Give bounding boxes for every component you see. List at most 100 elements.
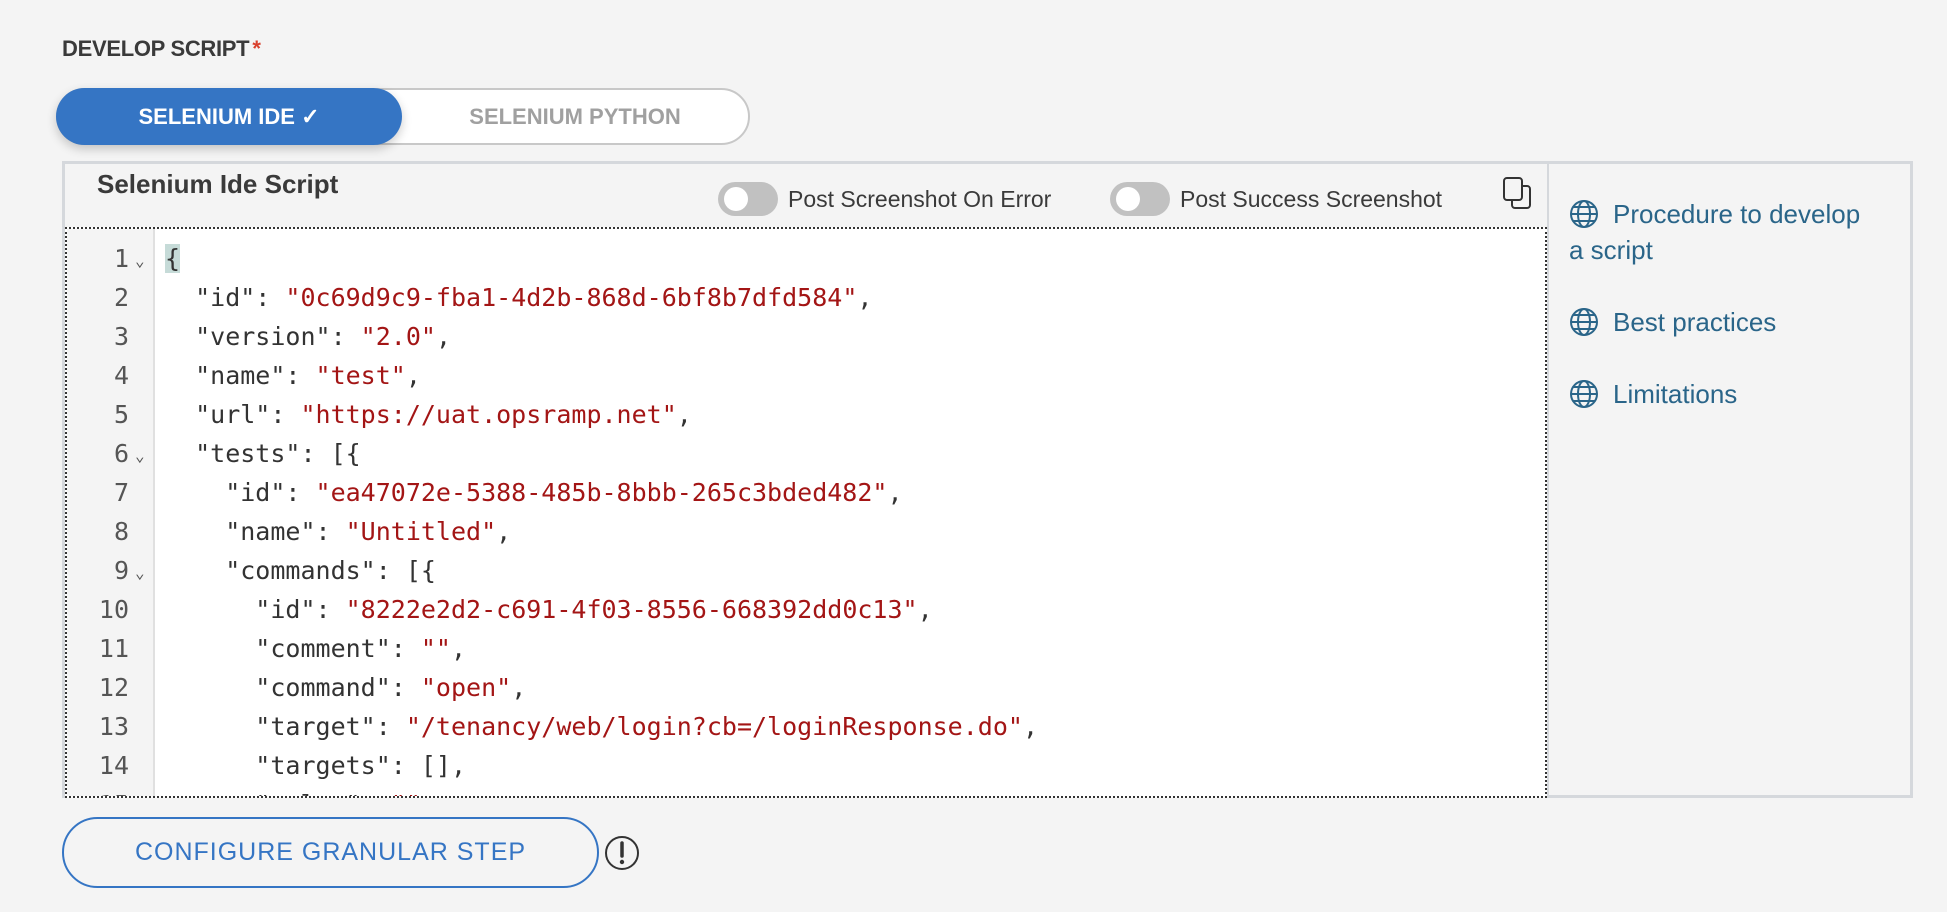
script-type-toggle: SELENIUM IDE ✓ SELENIUM PYTHON	[56, 88, 750, 145]
copy-icon[interactable]	[1502, 176, 1532, 210]
link-limitations[interactable]: Limitations	[1569, 376, 1869, 412]
code-text: "comment": "",	[165, 629, 466, 668]
code-token: ,	[1022, 712, 1038, 741]
code-token: "name":	[165, 517, 346, 546]
exclamation-circle-icon[interactable]	[604, 835, 640, 871]
code-text: "name": "test",	[165, 356, 421, 395]
string-token: "Untitled"	[345, 517, 497, 546]
line-number: 3	[113, 322, 129, 351]
code-token: ,	[450, 634, 467, 663]
line-number: 5	[113, 400, 129, 429]
code-token: ,	[917, 595, 933, 624]
code-line: 4 "name": "test",	[67, 356, 1545, 395]
code-line: 15 "value": ""	[67, 785, 1545, 796]
toggle-label: Post Success Screenshot	[1180, 185, 1443, 212]
code-line: 7 "id": "ea47072e-5388-485b-8bbb-265c3bd…	[67, 473, 1545, 512]
code-text: "id": "0c69d9c9-fba1-4d2b-868d-6bf8b7dfd…	[165, 278, 872, 317]
globe-icon	[1570, 380, 1598, 408]
code-text: "version": "2.0",	[165, 317, 451, 356]
string-token: "open"	[420, 673, 512, 702]
string-token: ""	[420, 634, 451, 663]
line-number: 4	[113, 361, 129, 390]
code-text: "id": "8222e2d2-c691-4f03-8556-668392dd0…	[165, 590, 933, 629]
line-number: 8	[113, 517, 129, 546]
required-mark: *	[252, 36, 261, 61]
code-editor[interactable]: 1 ⌄{2 "id": "0c69d9c9-fba1-4d2b-868d-6bf8…	[65, 227, 1547, 798]
toggle-label: Post Screenshot On Error	[788, 185, 1052, 212]
code-text: "tests": [{	[165, 434, 361, 473]
code-line: 11 "comment": "",	[67, 629, 1545, 668]
code-token: ,	[435, 322, 451, 351]
code-text: "command": "open",	[165, 668, 526, 707]
globe-icon	[1570, 200, 1598, 228]
line-number: 6	[113, 439, 129, 468]
code-line: 12 "command": "open",	[67, 668, 1545, 707]
code-token: ,	[887, 478, 903, 507]
code-line: 1 ⌄ {	[67, 239, 1545, 278]
line-number: 10	[98, 595, 129, 624]
toggle-switch[interactable]	[1110, 182, 1170, 216]
fold-chevron-icon[interactable]: ⌄	[135, 553, 145, 592]
line-number: 2	[113, 283, 129, 312]
code-token: ,	[511, 673, 527, 702]
code-token: "id":	[165, 595, 346, 624]
line-number: 15	[67, 785, 129, 796]
code-token: ,	[496, 517, 512, 546]
string-token: "8222e2d2-c691-4f03-8556-668392dd0c13"	[345, 595, 918, 624]
code-token: "command":	[165, 673, 421, 702]
code-token: "id":	[165, 478, 316, 507]
option-label: SELENIUM IDE	[138, 103, 295, 129]
code-token: "url":	[165, 400, 301, 429]
code-token: "version":	[165, 322, 361, 351]
code-line: 3 "version": "2.0",	[67, 317, 1545, 356]
code-line: 8 "name": "Untitled",	[67, 512, 1545, 551]
string-token: "0c69d9c9-fba1-4d2b-868d-6bf8b7dfd584"	[285, 283, 858, 312]
code-text: "targets": [],	[165, 746, 466, 785]
code-token: "commands": [{	[165, 556, 436, 585]
code-token: "value":	[165, 790, 391, 796]
panel-title: Selenium Ide Script	[97, 169, 339, 199]
string-token: "ea47072e-5388-485b-8bbb-265c3bded482"	[315, 478, 888, 507]
code-token: "targets": [],	[165, 751, 467, 780]
code-token: "tests": [{	[165, 439, 361, 468]
line-number: 13	[98, 712, 129, 741]
string-token: ""	[391, 790, 421, 796]
code-token: {	[165, 244, 181, 273]
code-token: ,	[405, 361, 421, 390]
link-best-practices[interactable]: Best practices	[1569, 304, 1869, 340]
check-icon: ✓	[301, 103, 320, 129]
code-line: 14 "targets": [],	[67, 746, 1545, 785]
code-text: "url": "https://uat.opsramp.net",	[165, 395, 692, 434]
option-selenium-python[interactable]: SELENIUM PYTHON	[402, 88, 748, 145]
code-text: "value": ""	[165, 785, 421, 796]
string-token: "test"	[315, 361, 406, 390]
line-number: 12	[98, 673, 129, 702]
option-selenium-ide[interactable]: SELENIUM IDE ✓	[56, 88, 402, 145]
fold-chevron-icon[interactable]: ⌄	[135, 241, 145, 280]
link-label: Limitations	[1613, 379, 1738, 409]
configure-granular-step-button[interactable]: CONFIGURE GRANULAR STEP	[62, 817, 599, 888]
code-line: 5 "url": "https://uat.opsramp.net",	[67, 395, 1545, 434]
code-text: "id": "ea47072e-5388-485b-8bbb-265c3bded…	[165, 473, 903, 512]
code-line: 9 ⌄ "commands": [{	[67, 551, 1545, 590]
code-token: ,	[857, 283, 873, 312]
line-number: 1	[113, 244, 129, 273]
toggle-post-success-screenshot[interactable]: Post Success Screenshot	[1110, 182, 1442, 216]
fold-chevron-icon[interactable]: ⌄	[135, 436, 145, 475]
link-procedure[interactable]: Procedure to develop a script	[1569, 196, 1869, 268]
line-number: 11	[98, 634, 129, 663]
line-number: 7	[113, 478, 129, 507]
code-text: {	[165, 239, 181, 278]
code-line: 10 "id": "8222e2d2-c691-4f03-8556-668392…	[67, 590, 1545, 629]
code-token: "id":	[165, 283, 286, 312]
option-label: SELENIUM PYTHON	[469, 103, 681, 129]
code-text: "name": "Untitled",	[165, 512, 511, 551]
code-line: 6 ⌄ "tests": [{	[67, 434, 1545, 473]
toggle-post-screenshot-on-error[interactable]: Post Screenshot On Error	[718, 182, 1051, 216]
line-number: 14	[98, 751, 129, 780]
toggle-switch[interactable]	[718, 182, 778, 216]
code-token: "comment":	[165, 634, 421, 663]
code-line: 2 "id": "0c69d9c9-fba1-4d2b-868d-6bf8b7d…	[67, 278, 1545, 317]
help-links-panel: Procedure to develop a script Best pract…	[1547, 164, 1913, 798]
code-line: 13 "target": "/tenancy/web/login?cb=/log…	[67, 707, 1545, 746]
